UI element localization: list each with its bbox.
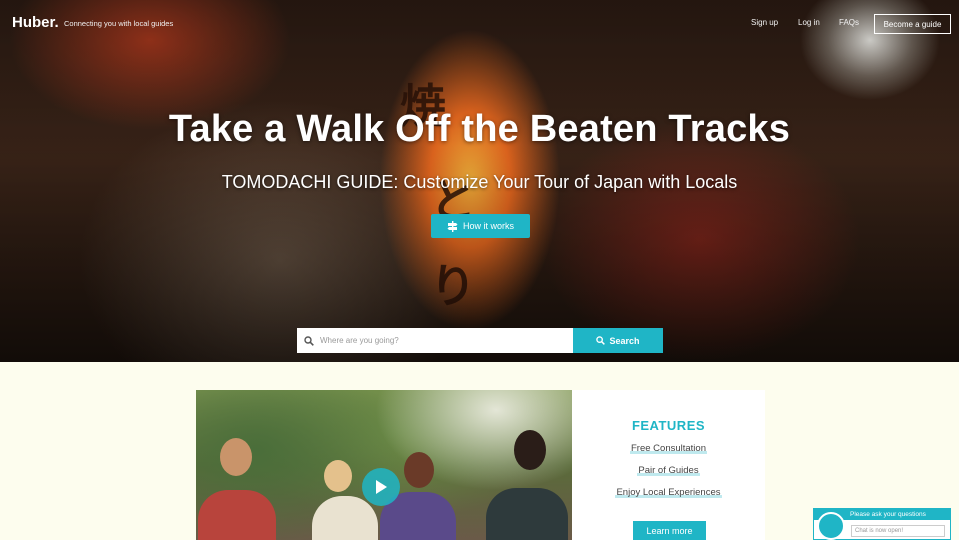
nav-signup-link[interactable]: Sign up [751, 18, 778, 27]
play-icon [376, 480, 387, 494]
search-button[interactable]: Search [573, 328, 663, 353]
hero-title: Take a Walk Off the Beaten Tracks [168, 108, 791, 150]
search-icon [304, 335, 314, 346]
video-person [486, 488, 568, 540]
become-guide-label: Become a guide [883, 19, 942, 29]
features-title: FEATURES [631, 418, 706, 433]
learn-more-label: Learn more [646, 526, 693, 536]
hero-subtitle: TOMODACHI GUIDE: Customize Your Tour of … [221, 172, 738, 192]
video-person-head [324, 460, 352, 492]
feature-item: Free Consultation [572, 443, 765, 454]
search-icon [596, 336, 606, 345]
nav-faqs-link[interactable]: FAQs [839, 18, 859, 27]
chat-widget[interactable]: Please ask your questions Chat is now op… [813, 508, 951, 540]
become-guide-button[interactable]: Become a guide [874, 14, 951, 34]
play-button[interactable] [362, 468, 400, 506]
how-it-works-button[interactable]: How it works [431, 214, 530, 238]
how-it-works-label: How it works [462, 221, 514, 231]
search-field[interactable] [297, 328, 573, 353]
features-panel: FEATURES Free Consultation Pair of Guide… [572, 390, 765, 540]
signpost-icon [447, 220, 458, 232]
video-person [312, 496, 378, 540]
chat-input[interactable]: Chat is now open! [851, 525, 945, 537]
feature-item-label: Pair of Guides [638, 465, 699, 476]
learn-more-button[interactable]: Learn more [633, 521, 706, 540]
feature-item-label: Enjoy Local Experiences [616, 487, 721, 498]
search-input[interactable] [320, 336, 560, 345]
search-bar: Search [297, 328, 663, 353]
chat-avatar [817, 512, 845, 540]
feature-item-label: Free Consultation [631, 443, 706, 454]
video-person-head [220, 438, 252, 476]
video-person [198, 490, 276, 540]
nav-login-link[interactable]: Log in [798, 18, 820, 27]
video-person-head [514, 430, 546, 470]
site-tagline: Connecting you with local guides [64, 19, 174, 28]
search-button-label: Search [609, 335, 640, 346]
intro-video[interactable] [196, 390, 572, 540]
video-person-head [404, 452, 434, 488]
site-logo[interactable]: Huber. [12, 14, 59, 31]
feature-item: Pair of Guides [572, 465, 765, 476]
feature-item: Enjoy Local Experiences [572, 487, 765, 498]
